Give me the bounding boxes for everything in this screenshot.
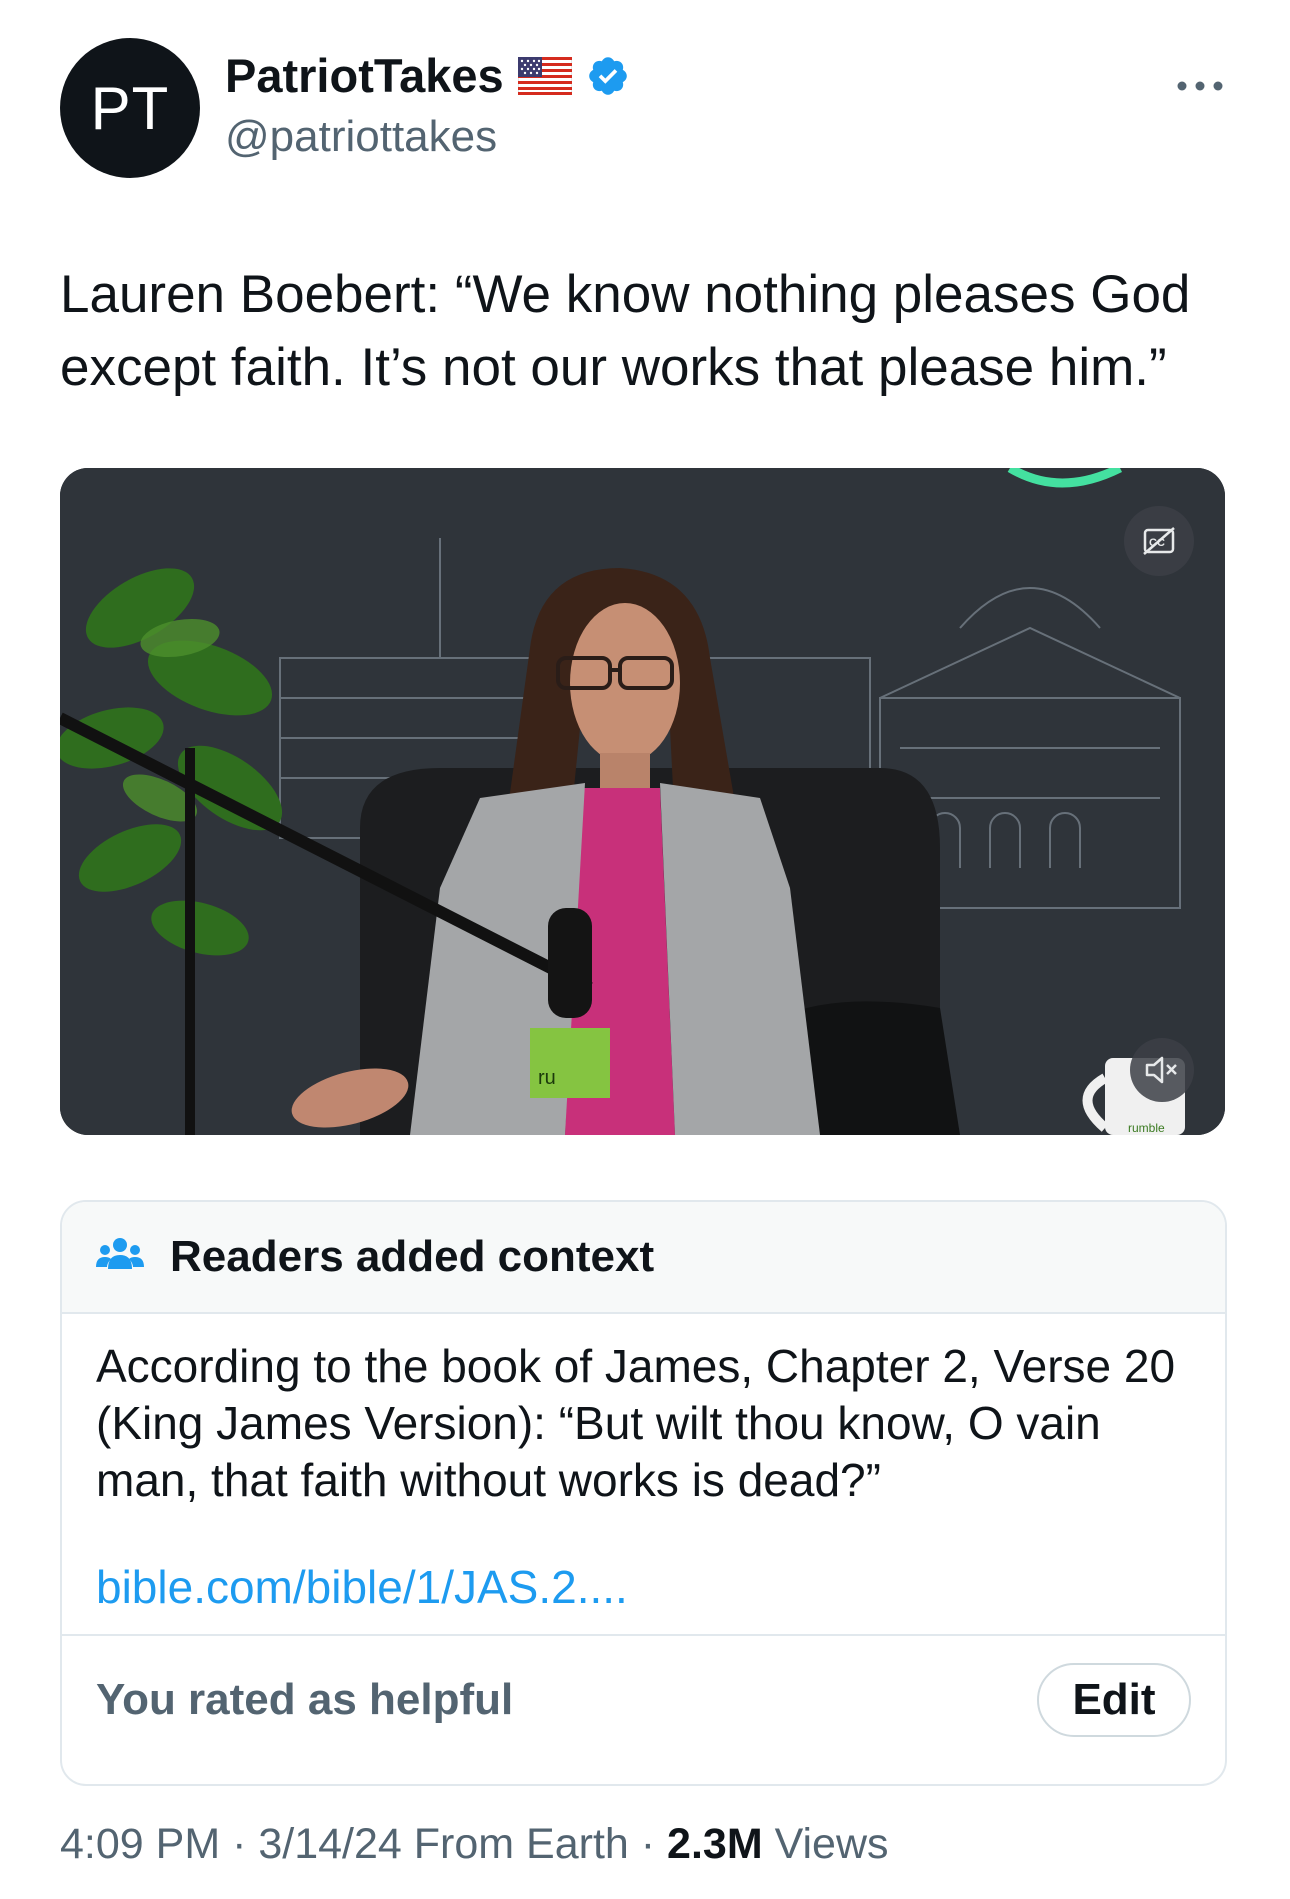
meta-separator: · bbox=[220, 1820, 259, 1868]
verified-badge-icon[interactable] bbox=[586, 54, 630, 98]
more-horizontal-icon bbox=[1175, 58, 1225, 102]
muted-speaker-icon bbox=[1144, 1055, 1180, 1085]
people-icon bbox=[96, 1235, 144, 1280]
tweet-text: Lauren Boebert: “We know nothing pleases… bbox=[60, 265, 1191, 397]
note-text: According to the book of James, Chapter … bbox=[96, 1340, 1176, 1506]
mic-label: ru bbox=[538, 1067, 556, 1089]
views-count[interactable]: 2.3M bbox=[667, 1820, 763, 1868]
tweet-source: From Earth bbox=[401, 1820, 629, 1868]
avatar-initials: PT bbox=[90, 74, 170, 142]
note-title: Readers added context bbox=[170, 1232, 655, 1281]
captions-off-icon: CC bbox=[1142, 526, 1176, 556]
watermark-text: rumble bbox=[1128, 1121, 1165, 1135]
display-name[interactable]: PatriotTakes bbox=[225, 48, 504, 103]
tweet-date[interactable]: 3/14/24 bbox=[258, 1820, 401, 1868]
author-handle[interactable]: @patriottakes bbox=[225, 112, 497, 162]
note-footer: You rated as helpful Edit bbox=[62, 1634, 1225, 1764]
tweet-meta: 4:09 PM · 3/14/24 From Earth · 2.3M View… bbox=[60, 1820, 889, 1869]
note-header: Readers added context bbox=[62, 1202, 1225, 1314]
video-player[interactable]: ru rumble CC bbox=[60, 468, 1225, 1135]
mute-button[interactable] bbox=[1130, 1038, 1194, 1102]
us-flag-icon bbox=[517, 56, 573, 95]
note-body: According to the book of James, Chapter … bbox=[62, 1314, 1225, 1634]
meta-separator: · bbox=[628, 1820, 668, 1868]
avatar[interactable]: PT bbox=[60, 38, 200, 178]
views-label: Views bbox=[762, 1820, 889, 1868]
rating-status: You rated as helpful bbox=[96, 1675, 514, 1724]
community-note: Readers added context According to the b… bbox=[60, 1200, 1227, 1786]
more-options-button[interactable] bbox=[1175, 60, 1225, 100]
tweet-time[interactable]: 4:09 PM bbox=[60, 1820, 220, 1868]
author-name-row[interactable]: PatriotTakes bbox=[225, 48, 630, 103]
edit-rating-button[interactable]: Edit bbox=[1037, 1663, 1191, 1737]
note-source-link[interactable]: bible.com/bible/1/JAS.2.... bbox=[96, 1559, 1191, 1616]
video-frame: ru rumble bbox=[60, 468, 1225, 1135]
captions-button[interactable]: CC bbox=[1124, 506, 1194, 576]
